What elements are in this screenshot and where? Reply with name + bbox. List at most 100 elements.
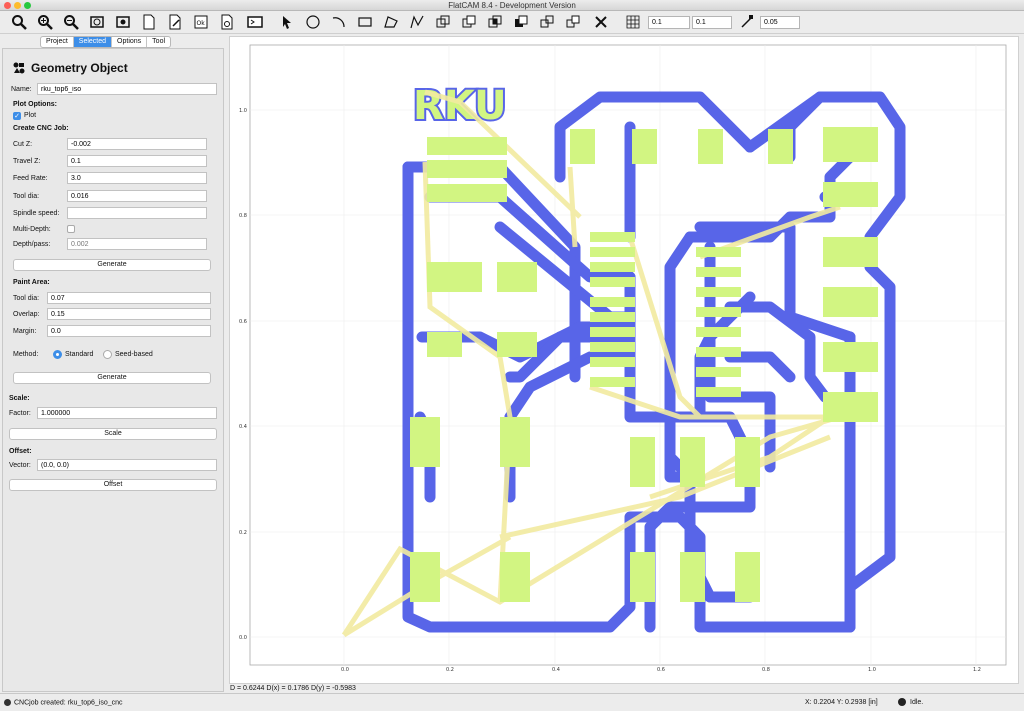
tool-dia-input[interactable] xyxy=(67,190,207,202)
status-state: Idle. xyxy=(910,699,924,706)
grid-icon[interactable] xyxy=(624,13,642,31)
replot-icon[interactable] xyxy=(114,13,132,31)
x-tick: 0.0 xyxy=(341,667,349,673)
x-tick: 0.8 xyxy=(762,667,770,673)
method-standard-label: Standard xyxy=(65,351,94,358)
delete-icon[interactable] xyxy=(592,13,610,31)
title-bar: FlatCAM 8.4 - Development Version xyxy=(0,0,1024,11)
tab-options[interactable]: Options xyxy=(112,37,148,47)
zoom-out-icon[interactable] xyxy=(62,13,80,31)
toolbar: Ok xyxy=(0,11,1024,34)
spindle-speed-input[interactable] xyxy=(67,207,207,219)
intersection-icon[interactable] xyxy=(486,13,504,31)
x-tick: 1.0 xyxy=(868,667,876,673)
circle-icon[interactable] xyxy=(304,13,322,31)
x-tick: 0.4 xyxy=(552,667,560,673)
pcb-plot[interactable]: 0.0 0.2 0.4 0.6 0.8 1.0 1.2 0.0 0.2 0.4 … xyxy=(230,37,1020,685)
offset-button[interactable]: Offset xyxy=(9,479,217,491)
coordinates-readout: X: 0.2204 Y: 0.2938 [in] xyxy=(805,699,878,706)
tool-dia-label: Tool dia: xyxy=(13,193,40,200)
zoom-in-icon[interactable] xyxy=(36,13,54,31)
feed-rate-input[interactable] xyxy=(67,172,207,184)
create-cnc-label: Create CNC Job: xyxy=(13,125,69,132)
cut-z-input[interactable] xyxy=(67,138,207,150)
plot-checkbox[interactable]: ✓ xyxy=(13,112,21,120)
y-tick: 0.0 xyxy=(239,635,247,641)
cnc-generate-button[interactable]: Generate xyxy=(13,259,211,271)
y-tick: 0.6 xyxy=(239,319,247,325)
window-title: FlatCAM 8.4 - Development Version xyxy=(448,1,576,10)
margin-input[interactable] xyxy=(47,325,211,337)
tab-selected[interactable]: Selected xyxy=(73,37,113,47)
depth-pass-label: Depth/pass: xyxy=(13,241,51,248)
paint-tool-dia-label: Tool dia: xyxy=(13,295,40,302)
info-icon xyxy=(4,699,11,706)
spindle-speed-label: Spindle speed: xyxy=(13,210,60,217)
snap-icon[interactable] xyxy=(738,13,756,31)
polygon-icon[interactable] xyxy=(382,13,400,31)
left-panel: Project Selected Options Tool Geometry O… xyxy=(2,34,224,693)
status-message-text: CNCjob created: rku_top6_iso_cnc xyxy=(14,699,123,707)
factor-input[interactable] xyxy=(37,407,217,419)
scale-button[interactable]: Scale xyxy=(9,428,217,440)
subtract-icon[interactable] xyxy=(512,13,530,31)
update-geometry-icon[interactable]: Ok xyxy=(192,13,210,31)
margin-label: Margin: xyxy=(13,328,37,335)
edit-geometry-icon[interactable] xyxy=(166,13,184,31)
x-tick: 0.6 xyxy=(657,667,665,673)
offset-title: Offset: xyxy=(9,448,32,455)
vector-label: Vector: xyxy=(9,462,31,469)
panel-tabs: Project Selected Options Tool xyxy=(40,36,172,48)
name-input[interactable] xyxy=(37,83,217,95)
paint-area-label: Paint Area: xyxy=(13,279,50,286)
pointer-icon[interactable] xyxy=(278,13,296,31)
grid-x-input[interactable] xyxy=(648,16,690,29)
tab-project[interactable]: Project xyxy=(41,37,74,47)
factor-label: Factor: xyxy=(9,410,31,417)
snap-max-input[interactable] xyxy=(760,16,800,29)
method-label: Method: xyxy=(13,351,39,358)
name-label: Name: xyxy=(11,86,32,93)
x-tick: 0.2 xyxy=(446,667,454,673)
panel-header: Geometry Object xyxy=(13,61,128,75)
travel-z-input[interactable] xyxy=(67,155,207,167)
distance-readout: D = 0.6244 D(x) = 0.1786 D(y) = -0.5983 xyxy=(230,685,356,692)
method-seed-radio[interactable] xyxy=(103,350,112,359)
multi-depth-label: Multi-Depth: xyxy=(13,226,51,233)
paint-tool-dia-input[interactable] xyxy=(47,292,211,304)
plot-canvas[interactable]: 0.0 0.2 0.4 0.6 0.8 1.0 1.2 0.0 0.2 0.4 … xyxy=(229,36,1019,684)
new-geometry-icon[interactable] xyxy=(140,13,158,31)
move-icon[interactable] xyxy=(218,13,236,31)
rectangle-icon[interactable] xyxy=(356,13,374,31)
overlap-label: Overlap: xyxy=(13,311,40,318)
multi-depth-checkbox[interactable] xyxy=(67,225,75,233)
idle-icon xyxy=(898,698,906,706)
paint-generate-button[interactable]: Generate xyxy=(13,372,211,384)
arc-icon[interactable] xyxy=(330,13,348,31)
grid-y-input[interactable] xyxy=(692,16,732,29)
path-icon[interactable] xyxy=(408,13,426,31)
redraw-icon[interactable] xyxy=(88,13,106,31)
feed-rate-label: Feed Rate: xyxy=(13,175,48,182)
plot-options-label: Plot Options: xyxy=(13,101,57,108)
scale-title: Scale: xyxy=(9,395,30,402)
method-seed-label: Seed-based xyxy=(115,351,153,358)
copy-icon[interactable] xyxy=(538,13,556,31)
tab-tool[interactable]: Tool xyxy=(147,37,170,47)
y-tick: 0.2 xyxy=(239,530,247,536)
overlap-input[interactable] xyxy=(47,308,211,320)
cut-z-label: Cut Z: xyxy=(13,141,33,148)
vector-input[interactable] xyxy=(37,459,217,471)
panel-title: Geometry Object xyxy=(31,61,128,75)
zoom-fit-icon[interactable] xyxy=(10,13,28,31)
method-standard-radio[interactable] xyxy=(53,350,62,359)
shell-icon[interactable] xyxy=(246,13,264,31)
cut-icon[interactable] xyxy=(460,13,478,31)
transform-icon[interactable] xyxy=(564,13,582,31)
plot-label: Plot xyxy=(24,112,37,119)
status-bar: CNCjob created: rku_top6_iso_cnc X: 0.22… xyxy=(0,693,1024,711)
union-icon[interactable] xyxy=(434,13,452,31)
rku-logo: RKU xyxy=(413,83,507,129)
y-tick: 0.4 xyxy=(239,424,247,430)
depth-pass-input[interactable] xyxy=(67,238,207,250)
